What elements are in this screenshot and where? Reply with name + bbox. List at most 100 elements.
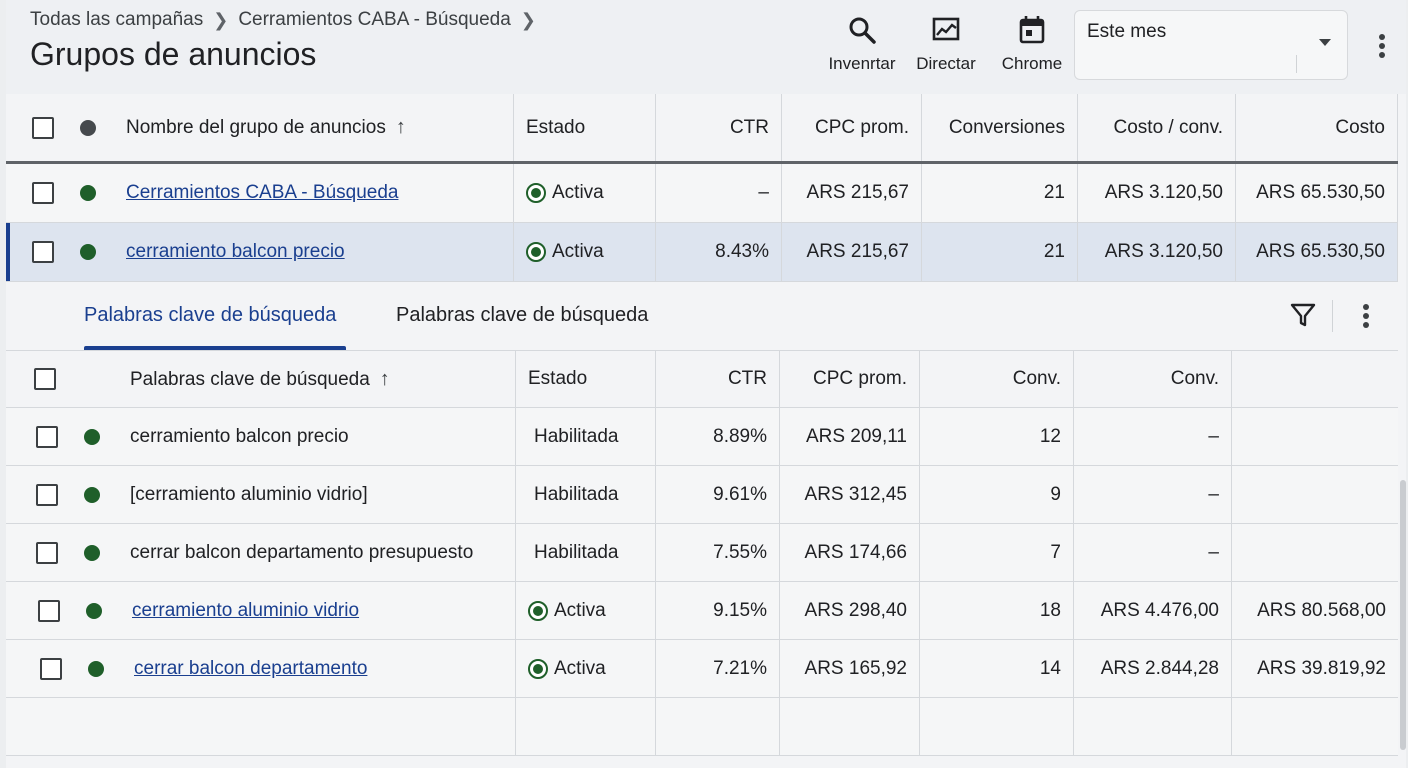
- empty-row: [6, 698, 1398, 756]
- search-button-label: Invenrtar: [828, 54, 896, 73]
- row-checkbox[interactable]: [40, 657, 62, 680]
- extra-value: ARS 39.819,92: [1257, 657, 1386, 679]
- conversions-value: 21: [922, 223, 1078, 281]
- breadcrumb-all-campaigns[interactable]: Todas las campañas: [30, 9, 203, 31]
- cpc-value: ARS 298,40: [780, 582, 920, 639]
- status-text: Activa: [552, 182, 604, 203]
- row-checkbox[interactable]: [32, 182, 54, 204]
- date-range-value: Este mes: [1087, 21, 1167, 42]
- conversions-value: 21: [922, 164, 1078, 222]
- status-text: Activa: [552, 241, 604, 262]
- status-column-icon: [80, 119, 96, 136]
- status-dot: [84, 544, 100, 561]
- table-row[interactable]: cerramiento aluminio vidrio Activa 9.15%…: [6, 582, 1398, 640]
- keywords-header-row: Palabras clave de búsqueda ↑ Estado CTR C…: [6, 350, 1398, 408]
- status-dot: [80, 244, 96, 260]
- table-row[interactable]: cerrar balcon departamento Activa 7.21% …: [6, 640, 1398, 698]
- select-all-checkbox[interactable]: [32, 116, 54, 139]
- row-checkbox[interactable]: [36, 425, 58, 448]
- keyword-link[interactable]: cerrar balcon departamento: [134, 658, 367, 680]
- column-header-status[interactable]: Estado: [514, 94, 656, 161]
- table-row[interactable]: cerramiento balcon precio Habilitada 8.8…: [6, 408, 1398, 466]
- breadcrumb: Todas las campañas ❯ Cerramientos CABA -…: [30, 9, 536, 31]
- status-dot: [84, 486, 100, 503]
- keywords-tabs: Palabras clave de búsqueda Palabras clav…: [6, 282, 1406, 350]
- vertical-scrollbar[interactable]: [1400, 480, 1406, 750]
- calendar-icon: [990, 14, 1074, 46]
- column-header-conv[interactable]: Conv.: [920, 351, 1074, 407]
- tab-search-keywords-2[interactable]: Palabras clave de búsqueda: [396, 304, 648, 327]
- ctr-value: 8.43%: [656, 223, 782, 281]
- active-status-icon: [526, 183, 546, 203]
- cpc-value: ARS 209,11: [780, 408, 920, 465]
- active-status-icon: [528, 600, 548, 621]
- keyword-text: cerrar balcon departamento presupuesto: [130, 541, 474, 563]
- column-header-cpc[interactable]: CPC prom.: [780, 351, 920, 407]
- ctr-value: 9.15%: [656, 582, 780, 639]
- column-header-cost[interactable]: Costo: [1236, 94, 1398, 161]
- status-text: Activa: [554, 599, 606, 621]
- extra-value: [1232, 466, 1398, 523]
- header: Todas las campañas ❯ Cerramientos CABA -…: [6, 0, 1406, 94]
- dropdown-caret-icon: [1319, 39, 1331, 46]
- table-row[interactable]: cerrar balcon departamento presupuesto H…: [6, 524, 1398, 582]
- row-checkbox[interactable]: [38, 599, 60, 622]
- cost-value: ARS 65.530,50: [1236, 223, 1398, 281]
- select-divider: [1296, 55, 1297, 73]
- cpc-value: ARS 174,66: [780, 524, 920, 581]
- select-all-checkbox[interactable]: [34, 368, 56, 390]
- sort-arrow-up-icon: ↑: [379, 367, 390, 390]
- status-dot: [80, 185, 96, 201]
- conv-value: 14: [920, 640, 1074, 697]
- cost-conv-value: ARS 3.120,50: [1078, 164, 1236, 222]
- table-row[interactable]: Cerramientos CABA - Búsqueda Activa – AR…: [6, 164, 1398, 223]
- status-text: Activa: [554, 657, 606, 679]
- status-dot: [88, 660, 104, 677]
- reports-button-label: Directar: [916, 54, 976, 73]
- status-text: Habilitada: [516, 524, 656, 581]
- column-header-ctr[interactable]: CTR: [656, 94, 782, 161]
- search-button[interactable]: Invenrtar: [820, 14, 904, 74]
- column-header-ctr[interactable]: CTR: [656, 351, 780, 407]
- chevron-right-icon: ❯: [520, 9, 536, 30]
- conv-2-value: –: [1074, 524, 1232, 581]
- column-header-conv-2[interactable]: Conv.: [1074, 351, 1232, 407]
- tab-search-keywords[interactable]: Palabras clave de búsqueda: [84, 304, 336, 327]
- row-checkbox[interactable]: [36, 541, 58, 564]
- toolbar-divider: [1332, 300, 1333, 332]
- search-icon: [820, 14, 904, 46]
- extra-value: ARS 80.568,00: [1257, 599, 1386, 621]
- date-range-select[interactable]: Este mes: [1074, 10, 1348, 80]
- filter-icon[interactable]: [1290, 302, 1316, 333]
- column-header-name[interactable]: Nombre del grupo de anuncios ↑: [126, 116, 406, 139]
- conv-2-value: ARS 4.476,00: [1074, 582, 1232, 639]
- status-text: Habilitada: [516, 466, 656, 523]
- more-vert-icon[interactable]: [1358, 302, 1374, 330]
- reports-icon: [904, 14, 988, 46]
- table-row-selected[interactable]: cerramiento balcon precio Activa 8.43% A…: [6, 223, 1398, 282]
- column-header-cost-conv[interactable]: Costo / conv.: [1078, 94, 1236, 161]
- more-vert-icon[interactable]: [1374, 32, 1390, 60]
- cost-conv-value: ARS 3.120,50: [1078, 223, 1236, 281]
- column-header-cpc[interactable]: CPC prom.: [782, 94, 922, 161]
- adgroup-name-link[interactable]: Cerramientos CABA - Búsqueda: [126, 182, 398, 204]
- status-dot: [86, 602, 102, 619]
- active-status-icon: [526, 242, 546, 262]
- column-header-status[interactable]: Estado: [516, 351, 656, 407]
- column-header-empty: [1232, 351, 1398, 407]
- adgroup-name-link[interactable]: cerramiento balcon precio: [126, 241, 345, 263]
- breadcrumb-campaign[interactable]: Cerramientos CABA - Búsqueda: [238, 9, 510, 31]
- conv-value: 12: [920, 408, 1074, 465]
- reports-button[interactable]: Directar: [904, 14, 988, 74]
- row-checkbox[interactable]: [36, 483, 58, 506]
- table-row[interactable]: [cerramiento aluminio vidrio] Habilitada…: [6, 466, 1398, 524]
- calendar-button[interactable]: Chrome: [990, 14, 1074, 74]
- column-header-conversions[interactable]: Conversiones: [922, 94, 1078, 161]
- column-header-keyword[interactable]: Palabras clave de búsqueda ↑: [130, 368, 390, 391]
- conv-value: 9: [920, 466, 1074, 523]
- row-checkbox[interactable]: [32, 241, 54, 263]
- keyword-link[interactable]: cerramiento aluminio vidrio: [132, 600, 359, 622]
- ctr-value: 7.55%: [656, 524, 780, 581]
- keyword-text: [cerramiento aluminio vidrio]: [130, 483, 368, 505]
- sort-arrow-up-icon: ↑: [395, 116, 406, 138]
